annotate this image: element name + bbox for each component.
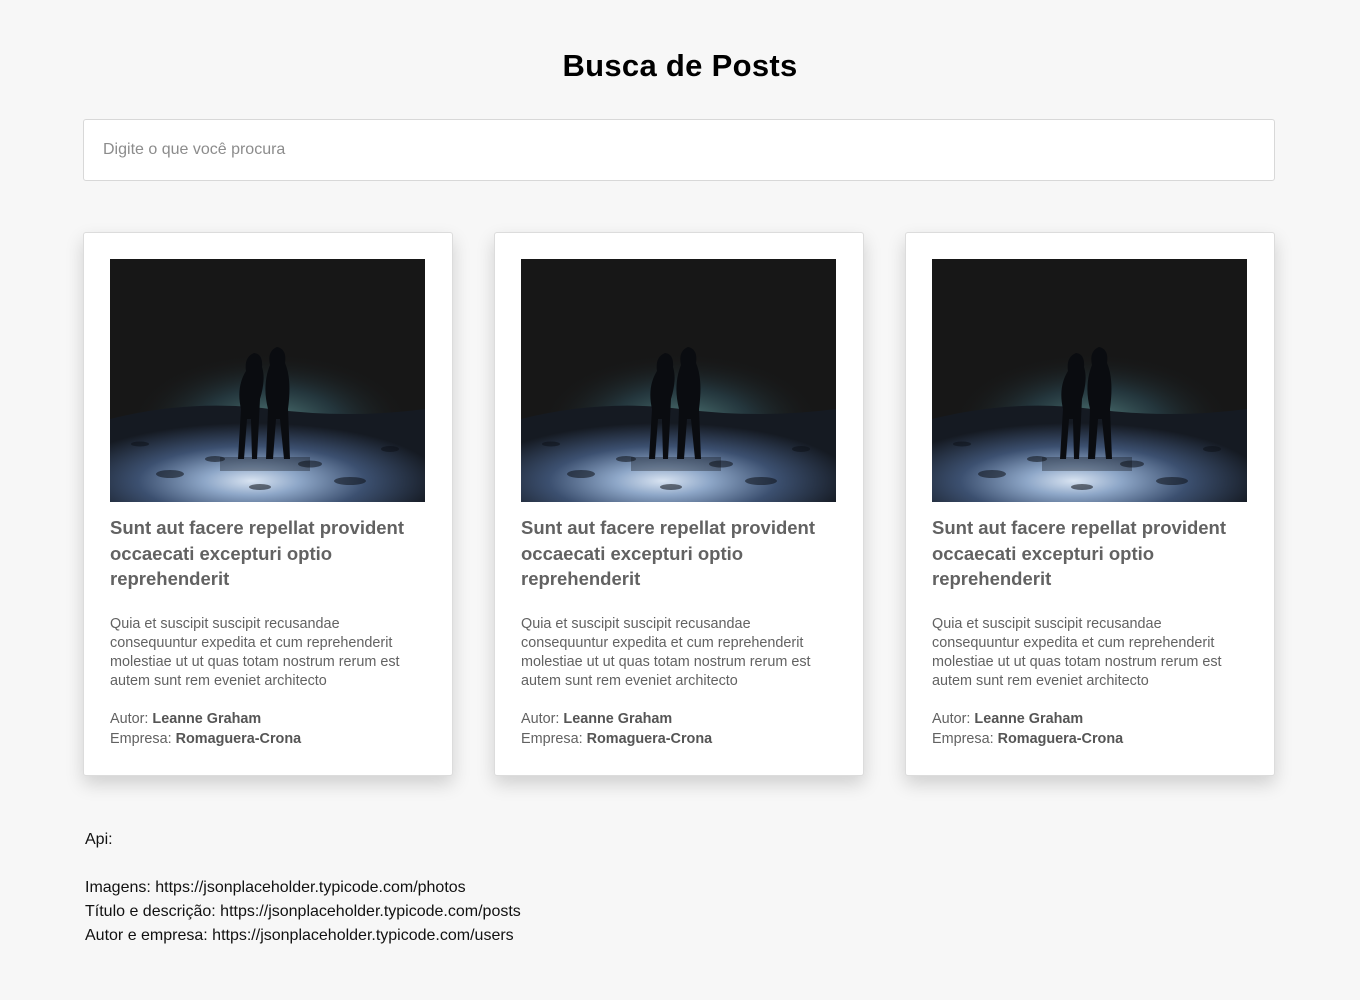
search-input[interactable] xyxy=(83,119,1275,181)
post-meta: Autor: Leanne Graham Empresa: Romaguera-… xyxy=(110,710,428,749)
post-title: Sunt aut facere repellat provident occae… xyxy=(110,517,405,589)
post-author: Autor: Leanne Graham xyxy=(932,710,1250,730)
post-meta: Autor: Leanne Graham Empresa: Romaguera-… xyxy=(932,710,1250,749)
post-title: Sunt aut facere repellat provident occae… xyxy=(932,517,1227,589)
company-label: Empresa: xyxy=(110,730,172,747)
api-line-posts: Título e descrição: https://jsonplacehol… xyxy=(85,903,521,920)
post-author: Autor: Leanne Graham xyxy=(110,710,428,730)
author-label: Autor: xyxy=(521,711,560,727)
page-title: Busca de Posts xyxy=(562,48,798,83)
post-company: Empresa: Romaguera-Crona xyxy=(932,730,1250,750)
author-name: Leanne Graham xyxy=(563,711,673,727)
author-name: Leanne Graham xyxy=(974,711,1084,727)
company-name: Romaguera-Crona xyxy=(175,730,302,747)
post-author: Autor: Leanne Graham xyxy=(521,710,839,730)
author-label: Autor: xyxy=(932,711,971,727)
post-company: Empresa: Romaguera-Crona xyxy=(521,730,839,750)
company-name: Romaguera-Crona xyxy=(997,730,1124,747)
post-image xyxy=(110,259,425,502)
api-heading: Api: xyxy=(85,831,113,848)
post-body: Quia et suscipit suscipit recusandae con… xyxy=(932,616,1222,689)
author-name: Leanne Graham xyxy=(152,711,262,727)
post-card: Sunt aut facere repellat provident occae… xyxy=(494,232,864,776)
post-body: Quia et suscipit suscipit recusandae con… xyxy=(110,616,400,689)
post-title: Sunt aut facere repellat provident occae… xyxy=(521,517,816,589)
company-label: Empresa: xyxy=(932,730,994,747)
post-image xyxy=(932,259,1247,502)
company-label: Empresa: xyxy=(521,730,583,747)
api-line-images: Imagens: https://jsonplaceholder.typicod… xyxy=(85,879,466,896)
post-image xyxy=(521,259,836,502)
post-card: Sunt aut facere repellat provident occae… xyxy=(905,232,1275,776)
post-body: Quia et suscipit suscipit recusandae con… xyxy=(521,616,811,689)
company-name: Romaguera-Crona xyxy=(586,730,713,747)
post-meta: Autor: Leanne Graham Empresa: Romaguera-… xyxy=(521,710,839,749)
api-line-users: Autor e empresa: https://jsonplaceholder… xyxy=(85,927,514,944)
post-card: Sunt aut facere repellat provident occae… xyxy=(83,232,453,776)
search-box xyxy=(83,119,1275,181)
posts-grid: Sunt aut facere repellat provident occae… xyxy=(83,232,1275,776)
api-info: Api: Imagens: https://jsonplaceholder.ty… xyxy=(85,828,521,948)
post-company: Empresa: Romaguera-Crona xyxy=(110,730,428,750)
author-label: Autor: xyxy=(110,711,149,727)
